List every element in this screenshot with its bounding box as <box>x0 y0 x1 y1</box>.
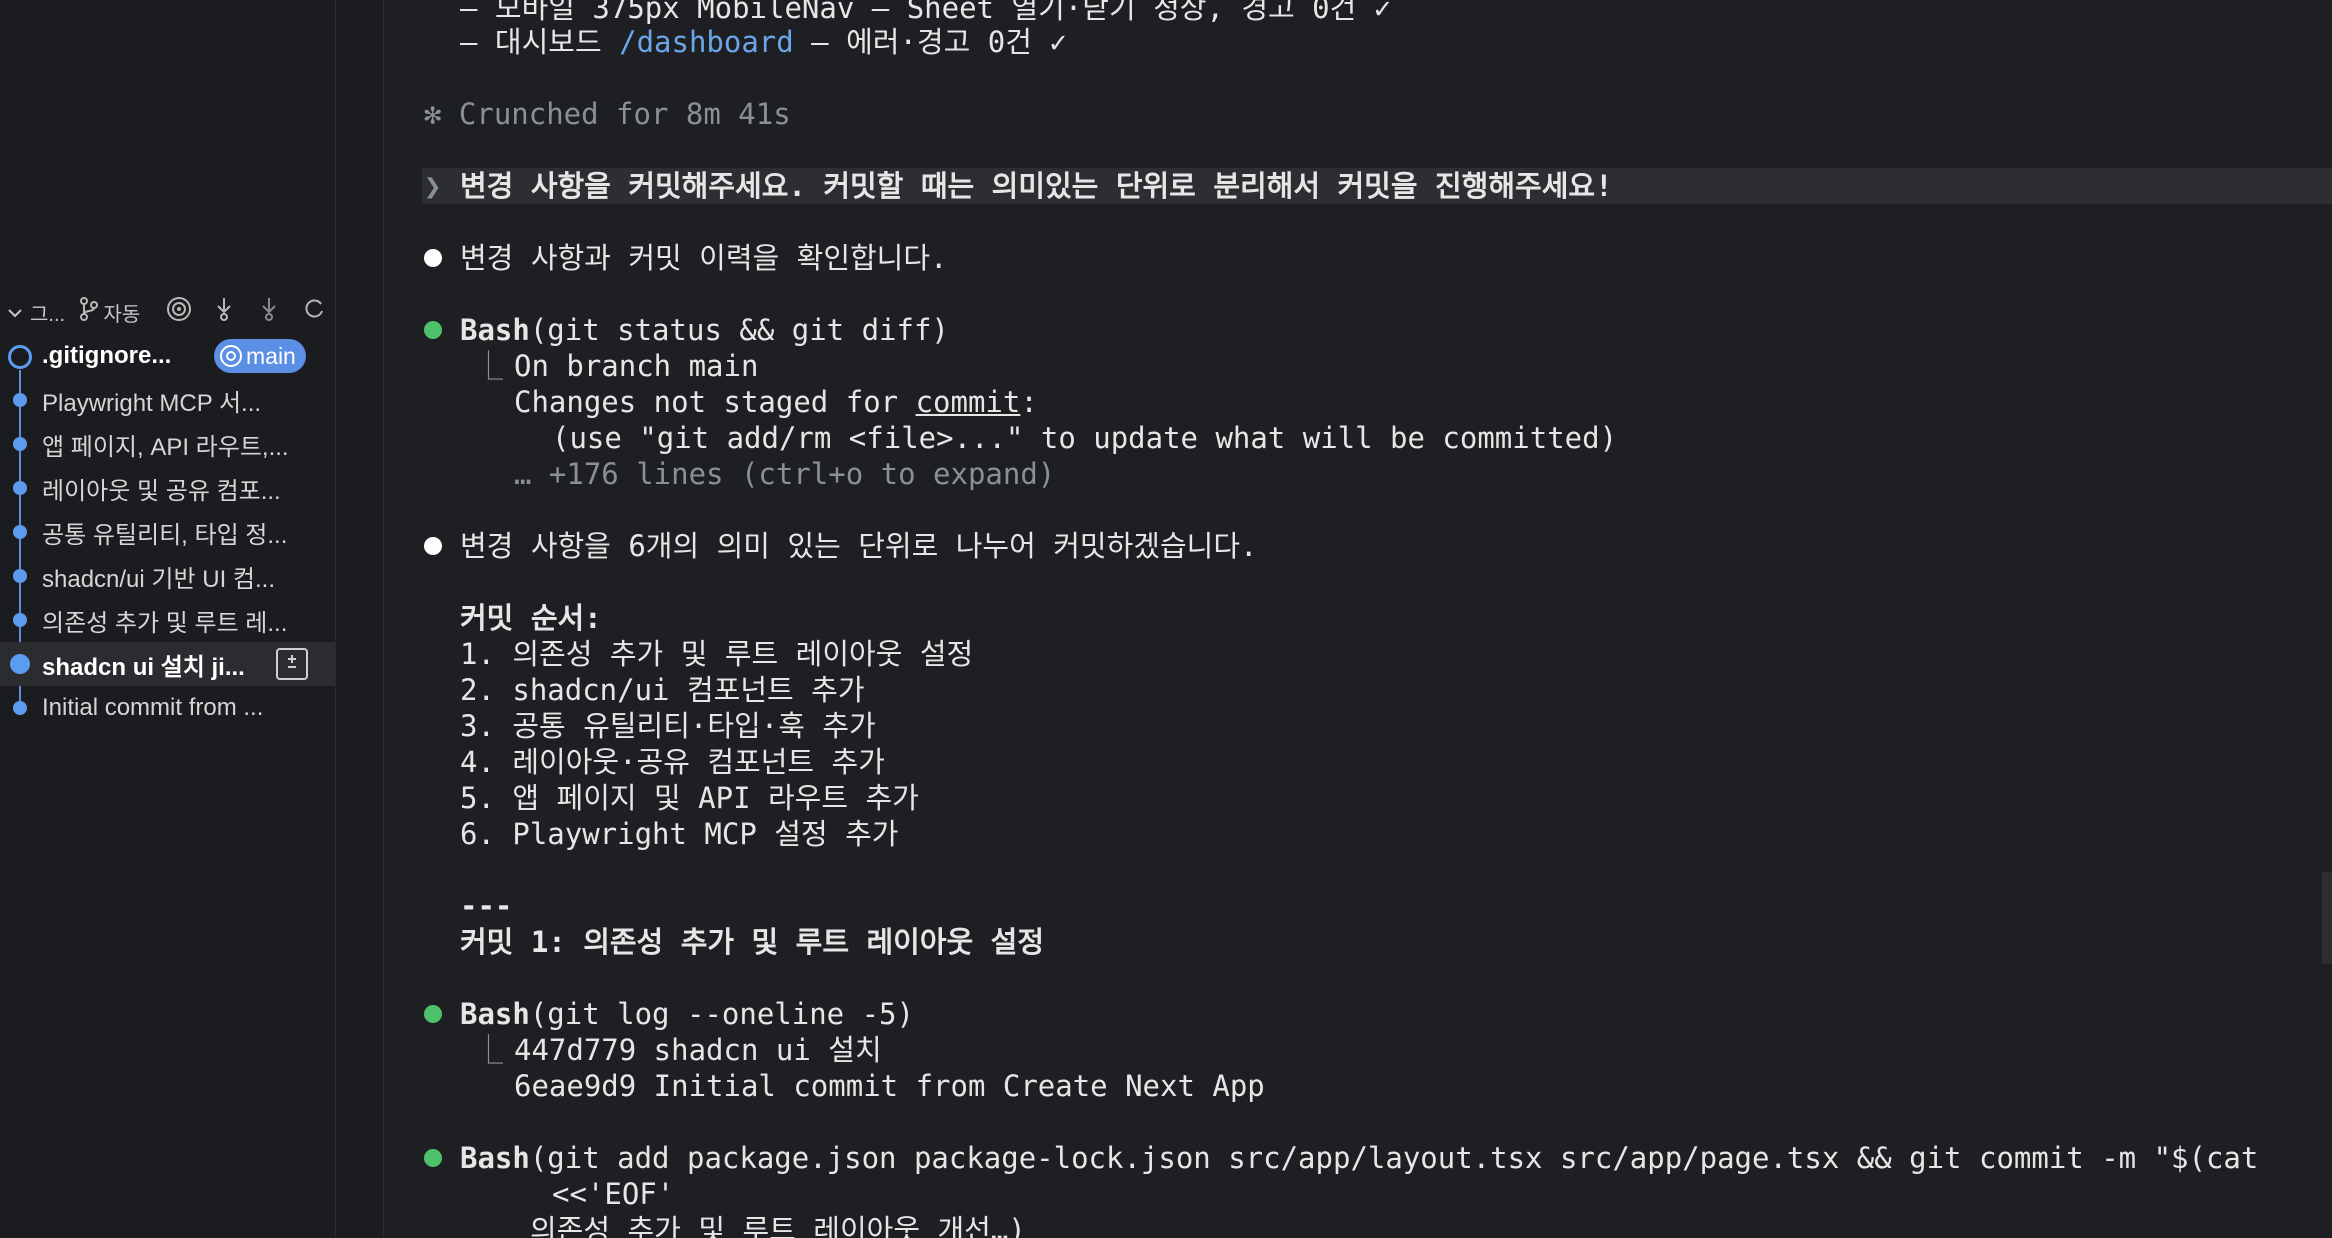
tool-output: 6eae9d9 Initial commit from Create Next … <box>514 1069 1265 1103</box>
output-line: – 대시보드 /dashboard — 에러·경고 0건 ✓ <box>460 24 1067 60</box>
commit-label: Playwright MCP 서... <box>42 389 262 417</box>
tool-call[interactable]: Bash(git add package.json package-lock.j… <box>460 1140 2258 1176</box>
commit-row[interactable]: 레이아웃 및 공유 컴포... <box>0 466 336 510</box>
commit-node <box>13 569 27 583</box>
commit-row[interactable]: Initial commit from ... <box>0 686 336 730</box>
commit-node <box>10 654 30 674</box>
output-line: – 모바일 375px MobileNav — Sheet 열기·닫기 정상, … <box>460 0 1392 25</box>
commit-label: 앱 페이지, API 라우트,... <box>42 433 289 461</box>
refresh-icon[interactable] <box>291 296 336 329</box>
list-item: 3. 공통 유틸리티·타입·훅 추가 <box>460 709 876 743</box>
commit-label: shadcn/ui 기반 UI 컴... <box>42 565 275 593</box>
list-item: 6. Playwright MCP 설정 추가 <box>460 817 899 851</box>
commit-row[interactable]: 공통 유틸리티, 타입 정... <box>0 510 336 554</box>
commit-row-selected[interactable]: shadcn ui 설치 ji... <box>0 642 336 686</box>
commit-node <box>13 525 27 539</box>
pull-icon[interactable] <box>246 296 291 329</box>
tool-output: 447d779 shadcn ui 설치 <box>514 1033 882 1067</box>
commit-label: shadcn ui 설치 ji... <box>42 653 245 681</box>
tool-output: (use "git add/rm <file>..." to update wh… <box>552 421 1618 455</box>
commit-row[interactable]: 앱 페이지, API 라우트,... <box>0 422 336 466</box>
tool-args-cont: 의존성 추가 및 루트 레이아웃 개선…) <box>530 1213 1026 1238</box>
tool-call[interactable]: Bash(git log --oneline -5) <box>460 996 914 1032</box>
expand-hint[interactable]: … +176 lines (ctrl+o to expand) <box>514 456 1055 492</box>
commit-node <box>13 393 27 407</box>
message-bullet <box>424 537 442 555</box>
commit-label: 공통 유틸리티, 타입 정... <box>42 521 288 549</box>
fetch-icon[interactable] <box>201 296 246 329</box>
list-item: 2. shadcn/ui 컴포넌트 추가 <box>460 673 865 707</box>
tool-output: Changes not staged for commit: <box>514 384 1038 420</box>
file-diff-icon[interactable] <box>276 648 308 680</box>
section-title: 그... <box>30 303 66 326</box>
horizontal-rule: --- <box>460 889 513 923</box>
claude-code-terminal[interactable]: – 모바일 375px MobileNav — Sheet 열기·닫기 정상, … <box>384 0 2332 1238</box>
tool-output: On branch main <box>514 349 759 383</box>
tool-success-bullet <box>424 1005 442 1023</box>
tool-args: (git add package.json package-lock.json … <box>529 1141 2259 1175</box>
commit-row-head[interactable]: .gitignore... main <box>0 334 336 378</box>
section-heading: 커밋 1: 의존성 추가 및 루트 레이아웃 설정 <box>460 925 1045 959</box>
list-item: 1. 의존성 추가 및 루트 레이아웃 설정 <box>460 637 974 671</box>
commit-row[interactable]: shadcn/ui 기반 UI 컴... <box>0 554 336 598</box>
commit-label: 레이아웃 및 공유 컴포... <box>42 477 281 505</box>
scrollbar-thumb[interactable] <box>2322 872 2332 964</box>
tool-name: Bash <box>460 1141 530 1175</box>
tool-name: Bash <box>460 997 530 1031</box>
user-prompt: 변경 사항을 커밋해주세요. 커밋할 때는 의미있는 단위로 분리해서 커밋을 … <box>460 169 1613 203</box>
target-icon <box>220 345 242 367</box>
tool-name: Bash <box>460 313 530 347</box>
commit-label: Initial commit from ... <box>42 694 264 721</box>
chevron-down-icon[interactable] <box>8 301 22 324</box>
output-text: commit <box>915 385 1021 419</box>
branch-mode-label[interactable]: 자동 <box>103 298 140 327</box>
assistant-message: 변경 사항을 6개의 의미 있는 단위로 나누어 커밋하겠습니다. <box>460 529 1258 563</box>
editor-gutter <box>336 0 384 1238</box>
commit-node <box>13 437 27 451</box>
source-control-panel: 그... 자동 .gitignore... main Playwright MC… <box>0 0 336 1238</box>
output-text: : <box>1020 385 1038 419</box>
branch-badge-label: main <box>246 342 296 369</box>
tool-args: (git status && git diff) <box>529 313 949 347</box>
commit-label: 의존성 추가 및 루트 레... <box>42 609 288 637</box>
source-control-graph-header[interactable]: 그... 자동 <box>0 295 336 329</box>
tool-args-cont: <<'EOF' <box>552 1177 675 1211</box>
prompt-marker-icon: ❯ <box>424 169 442 203</box>
commit-row[interactable]: 의존성 추가 및 루트 레... <box>0 598 336 642</box>
commit-order-title: 커밋 순서: <box>460 601 602 635</box>
target-icon[interactable] <box>156 296 201 329</box>
list-item: 5. 앱 페이지 및 API 라우트 추가 <box>460 781 919 815</box>
commit-label: .gitignore... <box>42 342 172 369</box>
commit-node <box>13 481 27 495</box>
message-bullet <box>424 249 442 267</box>
list-item: 4. 레이아웃·공유 컴포넌트 추가 <box>460 745 885 779</box>
assistant-message: 변경 사항과 커밋 이력을 확인합니다. <box>460 241 948 275</box>
tool-success-bullet <box>424 1149 442 1167</box>
commit-node <box>13 613 27 627</box>
branch-badge[interactable]: main <box>214 339 306 373</box>
tool-call[interactable]: Bash(git status && git diff) <box>460 312 949 348</box>
output-text: – 대시보드 <box>460 25 620 59</box>
tool-success-bullet <box>424 321 442 339</box>
tool-args: (git log --oneline -5) <box>529 997 914 1031</box>
commit-row[interactable]: Playwright MCP 서... <box>0 378 336 422</box>
git-branch-icon[interactable] <box>79 297 103 327</box>
route-path: /dashboard <box>619 25 794 59</box>
crunched-status: ✻ Crunched for 8m 41s <box>424 97 791 131</box>
output-text: — 에러·경고 0건 ✓ <box>793 25 1067 59</box>
commit-node <box>13 701 27 715</box>
head-commit-node <box>8 345 32 369</box>
output-text: Changes not staged for <box>514 385 916 419</box>
